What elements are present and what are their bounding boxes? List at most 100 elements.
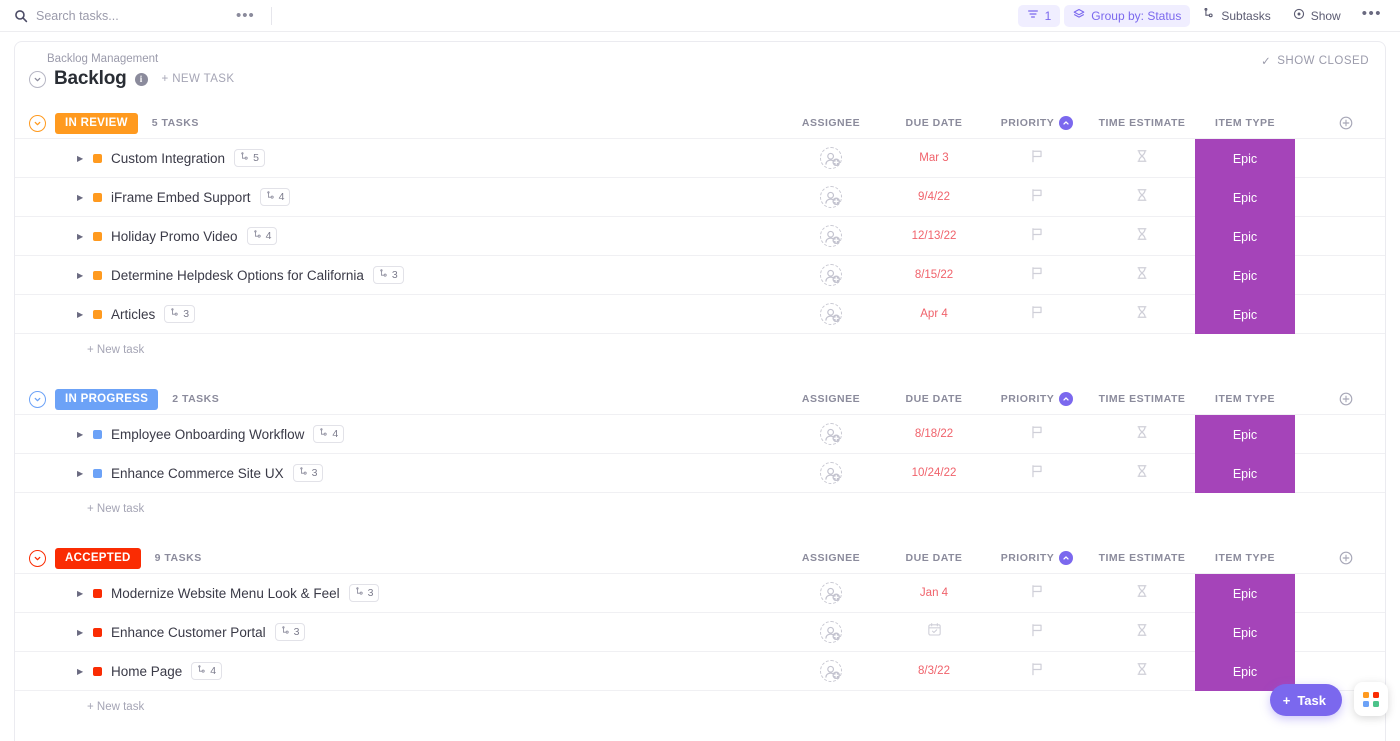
expand-caret-icon[interactable]: ▶ [77, 430, 84, 439]
priority-cell[interactable] [991, 178, 1083, 216]
task-status-indicator[interactable] [93, 430, 102, 439]
expand-caret-icon[interactable]: ▶ [77, 628, 84, 637]
assignee-cell[interactable] [785, 652, 877, 690]
task-status-indicator[interactable] [93, 193, 102, 202]
task-status-indicator[interactable] [93, 628, 102, 637]
time-estimate-cell[interactable] [1077, 139, 1207, 177]
table-row[interactable]: ▶iFrame Embed Support49/4/22Epic [15, 178, 1385, 217]
avatar[interactable] [820, 582, 842, 604]
due-date-cell[interactable]: Jan 4 [887, 574, 981, 612]
assignee-cell[interactable] [785, 454, 877, 492]
flag-icon[interactable] [1030, 662, 1044, 681]
due-date-cell[interactable]: 9/4/22 [887, 178, 981, 216]
hourglass-icon[interactable] [1135, 662, 1149, 681]
time-estimate-cell[interactable] [1077, 217, 1207, 255]
subtask-count-badge[interactable]: 4 [191, 662, 222, 680]
task-name[interactable]: Modernize Website Menu Look & Feel [111, 586, 340, 601]
task-name[interactable]: Home Page [111, 664, 182, 679]
task-status-indicator[interactable] [93, 271, 102, 280]
column-header-assignee[interactable]: ASSIGNEE [785, 543, 877, 573]
due-date-cell[interactable]: Apr 4 [887, 295, 981, 333]
task-status-indicator[interactable] [93, 154, 102, 163]
column-header-item-type[interactable]: ITEM TYPE [1195, 108, 1295, 138]
show-button[interactable]: Show [1284, 5, 1350, 27]
task-name[interactable]: iFrame Embed Support [111, 190, 251, 205]
table-row[interactable]: ▶Enhance Customer Portal3Epic [15, 613, 1385, 652]
column-header-time-estimate[interactable]: TIME ESTIMATE [1077, 384, 1207, 414]
search-more-button[interactable]: ••• [230, 12, 261, 20]
assignee-cell[interactable] [785, 415, 877, 453]
task-name[interactable]: Enhance Commerce Site UX [111, 466, 284, 481]
item-type-cell[interactable]: Epic [1195, 139, 1295, 178]
expand-caret-icon[interactable]: ▶ [77, 469, 84, 478]
task-status-indicator[interactable] [93, 667, 102, 676]
hourglass-icon[interactable] [1135, 188, 1149, 207]
avatar[interactable] [820, 660, 842, 682]
hourglass-icon[interactable] [1135, 149, 1149, 168]
avatar[interactable] [820, 186, 842, 208]
column-header-priority[interactable]: PRIORITY [991, 384, 1083, 414]
table-row[interactable]: ▶Holiday Promo Video412/13/22Epic [15, 217, 1385, 256]
avatar[interactable] [820, 303, 842, 325]
item-type-cell[interactable]: Epic [1195, 217, 1295, 256]
flag-icon[interactable] [1030, 188, 1044, 207]
filter-button[interactable]: 1 [1018, 5, 1061, 27]
priority-cell[interactable] [991, 652, 1083, 690]
task-status-indicator[interactable] [93, 469, 102, 478]
sort-ascending-icon[interactable] [1059, 392, 1073, 406]
add-new-task-row[interactable]: + New task [15, 493, 1385, 525]
flag-icon[interactable] [1030, 464, 1044, 483]
priority-cell[interactable] [991, 454, 1083, 492]
column-header-priority[interactable]: PRIORITY [991, 543, 1083, 573]
add-new-task-row[interactable]: + New task [15, 691, 1385, 723]
task-status-indicator[interactable] [93, 310, 102, 319]
table-row[interactable]: ▶Home Page48/3/22Epic [15, 652, 1385, 691]
hourglass-icon[interactable] [1135, 227, 1149, 246]
priority-cell[interactable] [991, 613, 1083, 651]
column-header-due-date[interactable]: DUE DATE [887, 108, 981, 138]
task-name[interactable]: Employee Onboarding Workflow [111, 427, 304, 442]
subtask-count-badge[interactable]: 3 [164, 305, 195, 323]
sort-ascending-icon[interactable] [1059, 116, 1073, 130]
search-input[interactable] [36, 9, 216, 23]
add-task-fab[interactable]: + Task [1270, 684, 1342, 716]
item-type-cell[interactable]: Epic [1195, 613, 1295, 652]
priority-cell[interactable] [991, 139, 1083, 177]
column-header-assignee[interactable]: ASSIGNEE [785, 384, 877, 414]
expand-caret-icon[interactable]: ▶ [77, 589, 84, 598]
subtask-count-badge[interactable]: 3 [293, 464, 324, 482]
flag-icon[interactable] [1030, 227, 1044, 246]
task-name[interactable]: Articles [111, 307, 155, 322]
assignee-cell[interactable] [785, 256, 877, 294]
flag-icon[interactable] [1030, 149, 1044, 168]
column-header-due-date[interactable]: DUE DATE [887, 543, 981, 573]
time-estimate-cell[interactable] [1077, 613, 1207, 651]
subtask-count-badge[interactable]: 4 [260, 188, 291, 206]
column-header-priority[interactable]: PRIORITY [991, 108, 1083, 138]
priority-cell[interactable] [991, 256, 1083, 294]
item-type-cell[interactable]: Epic [1195, 574, 1295, 613]
table-row[interactable]: ▶ Articles 3 Apr 4 Epic [15, 295, 1385, 334]
item-type-cell[interactable]: Epic [1195, 415, 1295, 454]
apps-grid-fab[interactable] [1354, 682, 1388, 716]
info-icon[interactable]: i [135, 73, 148, 86]
expand-caret-icon[interactable]: ▶ [77, 310, 84, 319]
task-status-indicator[interactable] [93, 589, 102, 598]
hourglass-icon[interactable] [1135, 425, 1149, 444]
hourglass-icon[interactable] [1135, 266, 1149, 285]
due-date-cell[interactable]: 10/24/22 [887, 454, 981, 492]
subtask-count-badge[interactable]: 3 [373, 266, 404, 284]
item-type-cell[interactable]: Epic [1195, 295, 1295, 334]
column-header-time-estimate[interactable]: TIME ESTIMATE [1077, 108, 1207, 138]
time-estimate-cell[interactable] [1077, 256, 1207, 294]
flag-icon[interactable] [1030, 266, 1044, 285]
flag-icon[interactable] [1030, 623, 1044, 642]
subtask-count-badge[interactable]: 4 [247, 227, 278, 245]
table-row[interactable]: ▶Employee Onboarding Workflow48/18/22Epi… [15, 415, 1385, 454]
toolbar-overflow-button[interactable]: ••• [1354, 4, 1388, 28]
table-row[interactable]: ▶Enhance Commerce Site UX310/24/22Epic [15, 454, 1385, 493]
subtasks-button[interactable]: Subtasks [1194, 5, 1279, 27]
hourglass-icon[interactable] [1135, 305, 1149, 324]
new-task-button[interactable]: + NEW TASK [162, 73, 235, 85]
assignee-cell[interactable] [785, 295, 877, 333]
